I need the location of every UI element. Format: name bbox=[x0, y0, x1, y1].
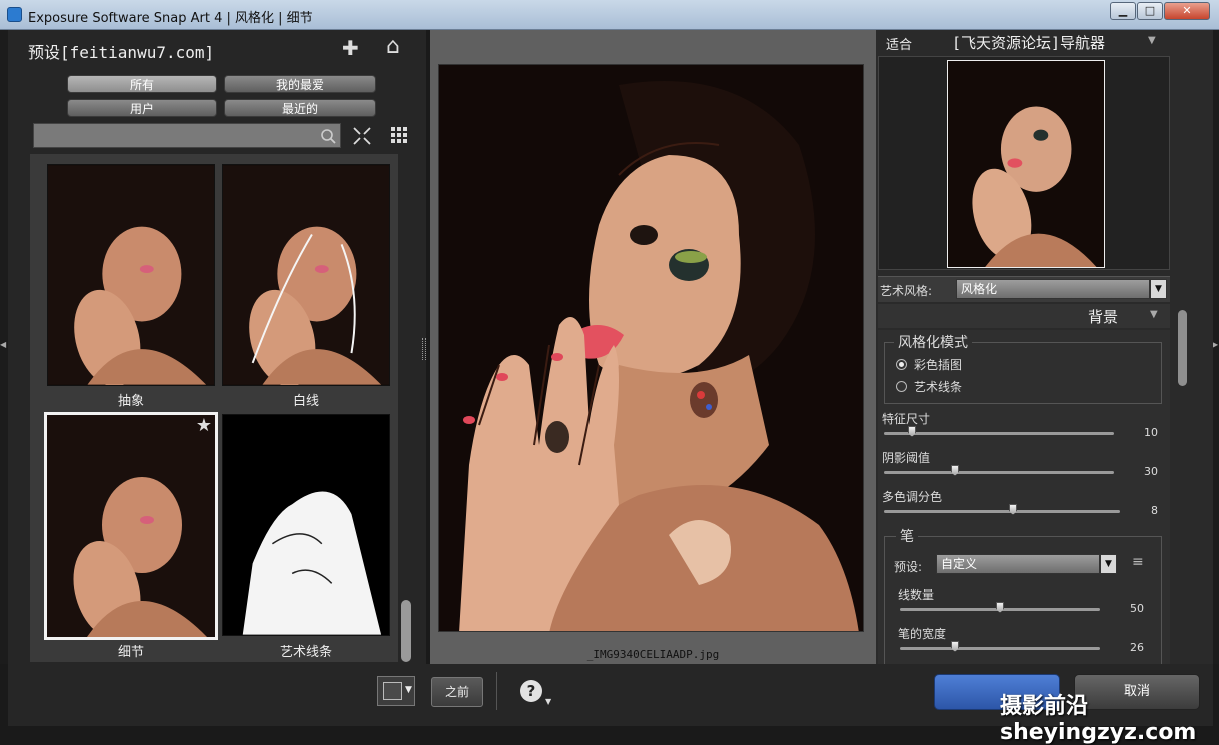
preview-image[interactable] bbox=[438, 64, 864, 632]
background-section: 风格化模式 彩色插图 艺术线条 特征尺寸 10 阴影阈值 30 多色调分色 8 … bbox=[878, 330, 1170, 666]
preset-thumb-art-line[interactable] bbox=[222, 414, 390, 636]
minimize-button[interactable]: ▁ bbox=[1110, 2, 1136, 20]
before-button[interactable]: 之前 bbox=[431, 677, 483, 707]
panel-splitter-handle[interactable] bbox=[422, 338, 426, 360]
preset-thumb-abstract[interactable] bbox=[47, 164, 215, 386]
art-style-row: 艺术风格: 风格化 ▼ bbox=[878, 276, 1170, 302]
pen-title: 笔 bbox=[896, 526, 918, 546]
navigator-title: [飞天资源论坛]导航器 bbox=[952, 34, 1106, 52]
shadow-threshold-track[interactable] bbox=[884, 471, 1114, 474]
toolbar-divider bbox=[496, 672, 497, 710]
settings-scrollbar[interactable] bbox=[1178, 310, 1187, 386]
presets-scrollbar[interactable] bbox=[401, 600, 411, 662]
favorite-star-icon[interactable]: ★ bbox=[196, 415, 212, 436]
preset-label: 白线 bbox=[292, 394, 319, 409]
right-edge-strip: ▶ bbox=[1212, 30, 1219, 664]
search-input[interactable] bbox=[33, 123, 341, 148]
filter-recent[interactable]: 最近的 bbox=[224, 99, 376, 117]
navigator-fit-button[interactable]: 适合 bbox=[886, 34, 912, 53]
filter-all[interactable]: 所有 bbox=[67, 75, 217, 93]
pen-preset-dropdown[interactable]: 自定义 bbox=[936, 554, 1100, 574]
collapse-left-icon[interactable]: ◀ bbox=[0, 340, 6, 349]
search-icon bbox=[321, 129, 336, 144]
navigator-collapse-icon[interactable]: ▼ bbox=[1148, 35, 1156, 46]
slider-label: 笔的宽度 bbox=[898, 627, 947, 641]
square-icon bbox=[383, 682, 402, 700]
presets-title: 预设[feitianwu7.com] bbox=[28, 43, 215, 62]
preset-label: 抽象 bbox=[117, 394, 144, 409]
slider-label: 多色调分色 bbox=[882, 490, 943, 504]
background-title: 背景 bbox=[1088, 308, 1119, 326]
help-menu-arrow-icon[interactable]: ▼ bbox=[545, 697, 551, 706]
mode-art-line-radio[interactable] bbox=[896, 381, 907, 392]
watermark-text: 摄影前沿sheyingzyz.com bbox=[1000, 694, 1197, 745]
art-style-dropdown[interactable]: 风格化 bbox=[956, 279, 1150, 299]
preset-thumb-white-line[interactable] bbox=[222, 164, 390, 386]
slider-label: 特征尺寸 bbox=[882, 412, 931, 426]
pen-preset-label: 预设: bbox=[894, 560, 923, 574]
feature-size-track[interactable] bbox=[884, 432, 1114, 435]
mode-label: 彩色插图 bbox=[914, 358, 963, 372]
shadow-threshold-knob[interactable] bbox=[951, 465, 959, 476]
compare-view-button[interactable]: ▼ bbox=[377, 676, 415, 706]
art-style-label: 艺术风格: bbox=[880, 284, 933, 298]
stylize-mode-title: 风格化模式 bbox=[894, 332, 972, 352]
feature-size-knob[interactable] bbox=[908, 426, 916, 437]
pen-menu-icon[interactable]: ≡ bbox=[1132, 554, 1144, 570]
filter-user[interactable]: 用户 bbox=[67, 99, 217, 117]
slider-value: 50 bbox=[1130, 602, 1144, 615]
mode-label: 艺术线条 bbox=[914, 380, 963, 394]
app-icon bbox=[7, 7, 22, 22]
chevron-down-icon[interactable]: ▼ bbox=[405, 685, 412, 695]
settings-panel: 适合 [飞天资源论坛]导航器 ▼ 艺术风格: 风格化 ▼ 背景 ▼ 风格化模式 … bbox=[876, 30, 1213, 666]
maximize-button[interactable]: □ bbox=[1137, 2, 1163, 20]
title-bar: Exposure Software Snap Art 4 | 风格化 | 细节 … bbox=[0, 0, 1219, 30]
chevron-down-icon[interactable]: ▼ bbox=[1150, 279, 1167, 299]
presets-panel: 预设[feitianwu7.com] ✚ ⌂ 所有 我的最爱 用户 最近的 抽象… bbox=[8, 30, 426, 664]
background-collapse-icon[interactable]: ▼ bbox=[1150, 309, 1158, 320]
window-title: Exposure Software Snap Art 4 | 风格化 | 细节 bbox=[28, 11, 313, 26]
slider-value: 8 bbox=[1151, 504, 1158, 517]
home-icon[interactable]: ⌂ bbox=[386, 34, 400, 59]
preset-thumb-detail[interactable]: ★ bbox=[44, 412, 218, 640]
preset-label: 艺术线条 bbox=[279, 645, 332, 660]
mode-color-illustration-radio[interactable] bbox=[896, 359, 907, 370]
chevron-down-icon[interactable]: ▼ bbox=[1100, 554, 1117, 574]
preview-area: _IMG9340CELIAADP.jpg bbox=[430, 30, 876, 664]
slider-value: 10 bbox=[1144, 426, 1158, 439]
slider-value: 30 bbox=[1144, 465, 1158, 478]
left-edge-strip: ◀ bbox=[0, 30, 8, 664]
slider-label: 线数量 bbox=[898, 588, 935, 602]
add-preset-icon[interactable]: ✚ bbox=[342, 36, 359, 60]
collapse-icon[interactable] bbox=[353, 127, 371, 145]
background-section-header[interactable]: 背景 ▼ bbox=[878, 304, 1170, 328]
pen-width-track[interactable] bbox=[900, 647, 1100, 650]
grid-view-icon[interactable] bbox=[391, 127, 407, 143]
posterize-knob[interactable] bbox=[1009, 504, 1017, 515]
preset-label: 细节 bbox=[117, 645, 144, 660]
navigator-thumbnail[interactable] bbox=[947, 60, 1105, 268]
close-button[interactable]: ✕ bbox=[1164, 2, 1210, 20]
filter-favorites[interactable]: 我的最爱 bbox=[224, 75, 376, 93]
slider-value: 26 bbox=[1130, 641, 1144, 654]
navigator-box bbox=[878, 56, 1170, 270]
posterize-track[interactable] bbox=[884, 510, 1120, 513]
slider-label: 阴影阈值 bbox=[882, 451, 931, 465]
preview-filename: _IMG9340CELIAADP.jpg bbox=[586, 648, 720, 661]
help-icon[interactable]: ? bbox=[520, 680, 542, 702]
